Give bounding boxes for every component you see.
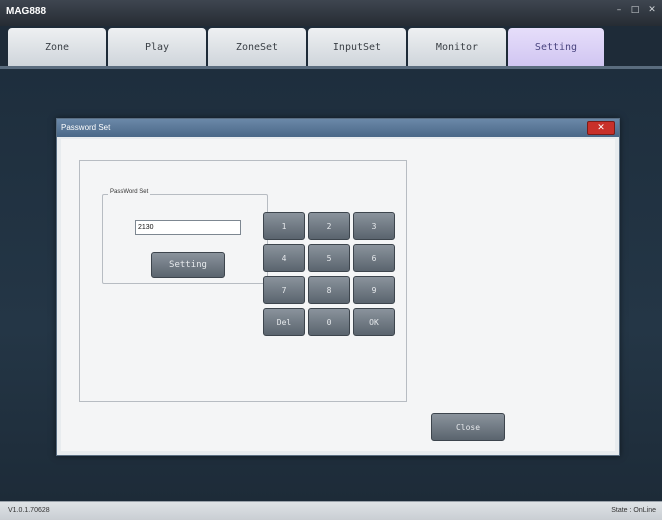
- close-icon[interactable]: ✕: [645, 4, 659, 16]
- dialog-title: Password Set: [61, 123, 111, 132]
- key-7[interactable]: 7: [263, 276, 305, 304]
- tab-monitor[interactable]: Monitor: [408, 28, 506, 66]
- key-8[interactable]: 8: [308, 276, 350, 304]
- key-6[interactable]: 6: [353, 244, 395, 272]
- key-3[interactable]: 3: [353, 212, 395, 240]
- close-button[interactable]: Close: [431, 413, 505, 441]
- dialog-close-button[interactable]: ✕: [587, 121, 615, 135]
- tab-zoneset[interactable]: ZoneSet: [208, 28, 306, 66]
- password-dialog: Password Set ✕ PassWord Set 2130 Setting…: [56, 118, 620, 456]
- key-9[interactable]: 9: [353, 276, 395, 304]
- key-1[interactable]: 1: [263, 212, 305, 240]
- key-ok[interactable]: OK: [353, 308, 395, 336]
- password-panel: PassWord Set 2130 Setting 1 2 3 4 5 6 7 …: [79, 160, 407, 402]
- key-0[interactable]: 0: [308, 308, 350, 336]
- key-4[interactable]: 4: [263, 244, 305, 272]
- key-2[interactable]: 2: [308, 212, 350, 240]
- key-5[interactable]: 5: [308, 244, 350, 272]
- tab-bar: Zone Play ZoneSet InputSet Monitor Setti…: [0, 26, 662, 68]
- password-group-label: PassWord Set: [108, 189, 151, 195]
- dialog-titlebar: Password Set ✕: [57, 119, 619, 137]
- tab-play[interactable]: Play: [108, 28, 206, 66]
- minimize-icon[interactable]: –: [612, 4, 626, 16]
- app-title: MAG888: [6, 6, 47, 17]
- dialog-body: PassWord Set 2130 Setting 1 2 3 4 5 6 7 …: [61, 139, 615, 451]
- setting-button[interactable]: Setting: [151, 252, 225, 278]
- status-bar: V1.0.1.70628 State : OnLine: [0, 501, 662, 520]
- version-label: V1.0.1.70628: [8, 507, 50, 514]
- key-del[interactable]: Del: [263, 308, 305, 336]
- maximize-icon[interactable]: □: [628, 4, 642, 16]
- tab-zone[interactable]: Zone: [8, 28, 106, 66]
- password-input[interactable]: 2130: [135, 220, 241, 235]
- app-titlebar: MAG888 – □ ✕: [0, 0, 662, 26]
- tab-setting[interactable]: Setting: [508, 28, 604, 66]
- connection-state: State : OnLine: [611, 507, 656, 514]
- tab-inputset[interactable]: InputSet: [308, 28, 406, 66]
